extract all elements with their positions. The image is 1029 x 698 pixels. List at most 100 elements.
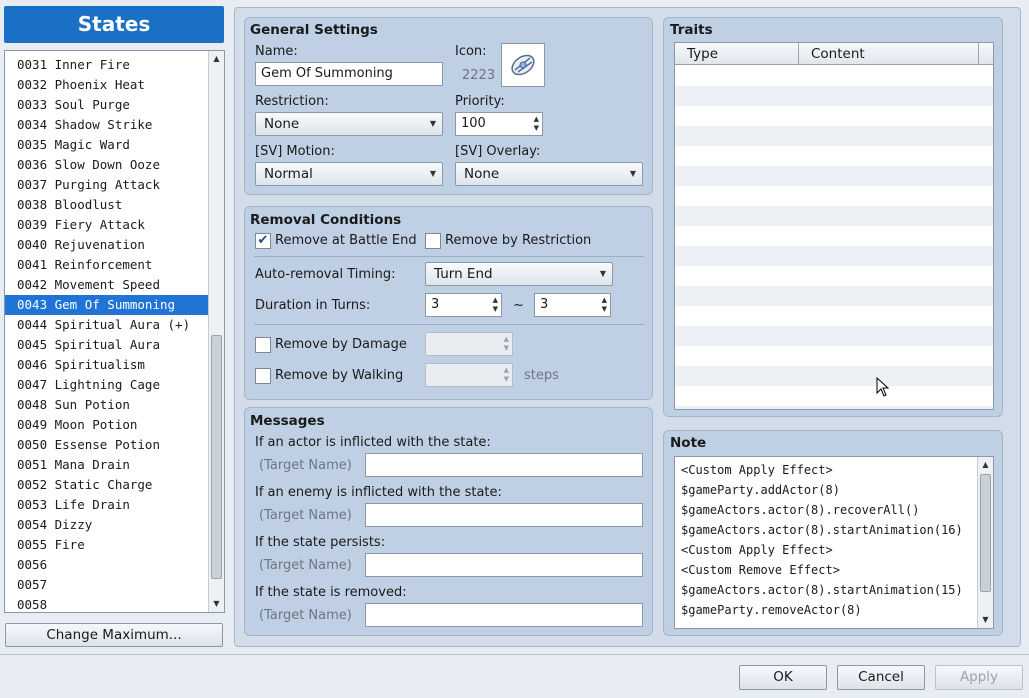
state-list-item[interactable]: 0034 Shadow Strike (5, 115, 208, 135)
traits-col-type[interactable]: Type (675, 43, 799, 65)
ok-button[interactable]: OK (739, 665, 827, 690)
state-list-item[interactable]: 0041 Reinforcement (5, 255, 208, 275)
spin-down-icon[interactable]: ▼ (493, 305, 498, 314)
scrollbar-thumb[interactable] (211, 335, 222, 579)
priority-spinner[interactable]: 100 ▲ ▼ (455, 112, 543, 136)
state-list-item[interactable]: 0055 Fire (5, 535, 208, 555)
timing-select[interactable]: Turn End ▼ (425, 262, 613, 286)
states-title: States (4, 6, 224, 43)
trait-row[interactable] (675, 266, 993, 286)
state-list-item[interactable]: 0038 Bloodlust (5, 195, 208, 215)
battle-end-checkbox[interactable]: ✔ (255, 233, 271, 249)
note-scrollbar[interactable]: ▲ ▼ (977, 457, 993, 628)
damage-checkbox[interactable] (255, 337, 271, 353)
spin-down-icon[interactable]: ▼ (602, 305, 607, 314)
trait-row[interactable] (675, 166, 993, 186)
trait-row[interactable] (675, 246, 993, 266)
trait-row[interactable] (675, 86, 993, 106)
traits-title: Traits (670, 22, 713, 38)
cancel-button[interactable]: Cancel (837, 665, 925, 690)
scrollbar-thumb[interactable] (980, 474, 991, 592)
state-list-item[interactable]: 0053 Life Drain (5, 495, 208, 515)
state-list-item[interactable]: 0035 Magic Ward (5, 135, 208, 155)
scroll-up-arrow-icon[interactable]: ▲ (209, 51, 224, 67)
message-input[interactable] (365, 603, 643, 627)
trait-row[interactable] (675, 326, 993, 346)
message-input[interactable] (365, 553, 643, 577)
trait-row[interactable] (675, 346, 993, 366)
state-list-item[interactable]: 0031 Inner Fire (5, 55, 208, 75)
state-list-item[interactable]: 0052 Static Charge (5, 475, 208, 495)
trait-row[interactable] (675, 286, 993, 306)
trait-row[interactable] (675, 66, 993, 86)
message-input[interactable] (365, 453, 643, 477)
state-list-scrollbar[interactable]: ▲ ▼ (208, 51, 224, 612)
spin-up-icon[interactable]: ▲ (493, 296, 498, 305)
damage-spinner[interactable]: ▲ ▼ (425, 332, 513, 356)
trait-row[interactable] (675, 306, 993, 326)
trait-row[interactable] (675, 366, 993, 386)
state-list-item[interactable]: 0039 Fiery Attack (5, 215, 208, 235)
walking-checkbox[interactable] (255, 368, 271, 384)
scroll-down-arrow-icon[interactable]: ▼ (978, 612, 993, 628)
sv-overlay-label: [SV] Overlay: (455, 144, 541, 159)
traits-col-content[interactable]: Content (799, 43, 979, 65)
state-list-item[interactable]: 0057 (5, 575, 208, 595)
duration-min-spinner[interactable]: 3 ▲ ▼ (425, 293, 502, 317)
trait-row[interactable] (675, 146, 993, 166)
state-list-item[interactable]: 0037 Purging Attack (5, 175, 208, 195)
state-list-item[interactable]: 0045 Spiritual Aura (5, 335, 208, 355)
traits-table[interactable]: Type Content (674, 42, 994, 410)
state-list[interactable]: 0031 Inner Fire 0032 Phoenix Heat 0033 Sou… (4, 50, 225, 613)
name-input[interactable]: Gem Of Summoning (255, 62, 443, 86)
duration-max-spinner[interactable]: 3 ▲ ▼ (534, 293, 611, 317)
traits-col-spacer (979, 43, 993, 65)
state-list-item[interactable]: 0050 Essense Potion (5, 435, 208, 455)
state-list-item[interactable]: 0046 Spiritualism (5, 355, 208, 375)
trait-row[interactable] (675, 126, 993, 146)
state-list-item[interactable]: 0040 Rejuvenation (5, 235, 208, 255)
scroll-down-arrow-icon[interactable]: ▼ (209, 596, 224, 612)
note-textarea[interactable]: <Custom Apply Effect> $gameParty.addActor… (674, 456, 994, 629)
spin-down-icon[interactable]: ▼ (504, 375, 509, 384)
checkmark-icon: ✔ (257, 233, 269, 248)
state-list-item[interactable]: 0042 Movement Speed (5, 275, 208, 295)
state-list-item[interactable]: 0058 (5, 595, 208, 612)
walking-spinner[interactable]: ▲ ▼ (425, 363, 513, 387)
state-list-rows[interactable]: 0031 Inner Fire 0032 Phoenix Heat 0033 Sou… (5, 51, 208, 612)
spin-down-icon[interactable]: ▼ (504, 344, 509, 353)
change-maximum-button[interactable]: Change Maximum... (5, 623, 223, 647)
state-list-item[interactable]: 0047 Lightning Cage (5, 375, 208, 395)
trait-row[interactable] (675, 386, 993, 406)
trait-row[interactable] (675, 226, 993, 246)
spin-down-icon[interactable]: ▼ (534, 124, 539, 133)
state-list-item[interactable]: 0044 Spiritual Aura (+) (5, 315, 208, 335)
sv-motion-select[interactable]: Normal ▼ (255, 162, 443, 186)
state-list-item[interactable]: 0049 Moon Potion (5, 415, 208, 435)
trait-row[interactable] (675, 206, 993, 226)
apply-button[interactable]: Apply (935, 665, 1023, 690)
state-list-item[interactable]: 0032 Phoenix Heat (5, 75, 208, 95)
state-list-item[interactable]: 0056 (5, 555, 208, 575)
sv-overlay-select[interactable]: None ▼ (455, 162, 643, 186)
spin-up-icon[interactable]: ▲ (504, 335, 509, 344)
trait-row[interactable] (675, 406, 993, 409)
state-list-item[interactable]: 0033 Soul Purge (5, 95, 208, 115)
message-label: If an actor is inflicted with the state: (255, 435, 491, 450)
spin-up-icon[interactable]: ▲ (534, 115, 539, 124)
state-list-item[interactable]: 0054 Dizzy (5, 515, 208, 535)
scroll-up-arrow-icon[interactable]: ▲ (978, 457, 993, 473)
trait-row[interactable] (675, 106, 993, 126)
trait-row[interactable] (675, 186, 993, 206)
target-name-placeholder: (Target Name) (259, 558, 352, 573)
restriction-select[interactable]: None ▼ (255, 112, 443, 136)
state-list-item[interactable]: 0043 Gem Of Summoning (5, 295, 208, 315)
icon-picker[interactable] (501, 43, 545, 87)
state-list-item[interactable]: 0048 Sun Potion (5, 395, 208, 415)
state-list-item[interactable]: 0036 Slow Down Ooze (5, 155, 208, 175)
state-list-item[interactable]: 0051 Mana Drain (5, 455, 208, 475)
spin-up-icon[interactable]: ▲ (504, 366, 509, 375)
message-input[interactable] (365, 503, 643, 527)
spin-up-icon[interactable]: ▲ (602, 296, 607, 305)
restriction-checkbox[interactable] (425, 233, 441, 249)
